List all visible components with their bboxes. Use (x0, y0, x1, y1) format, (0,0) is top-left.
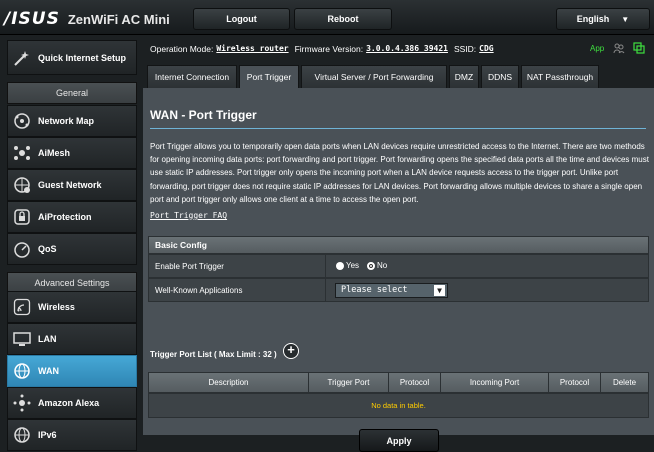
main-panel: Operation Mode: Wireless router Firmware… (143, 36, 654, 452)
row-divider (325, 255, 326, 277)
gauge-icon (12, 239, 32, 259)
well-known-apps-row: Well-Known Applications Please select ▼ (148, 278, 649, 302)
sidebar-item-label: IPv6 (38, 430, 57, 440)
app-link[interactable]: App (590, 44, 604, 53)
sidebar-item-label: AiMesh (38, 148, 71, 158)
operation-mode-link[interactable]: Wireless router (216, 44, 288, 53)
globe-icon (12, 425, 32, 445)
sidebar-item-label: AiProtection (38, 212, 92, 222)
basic-config-header: Basic Config (148, 236, 649, 254)
sidebar-item-label: WAN (38, 366, 59, 376)
guest-network-icon (12, 175, 32, 195)
sidebar-item-label: Amazon Alexa (38, 398, 100, 408)
col-delete: Delete (612, 378, 637, 387)
well-known-apps-label: Well-Known Applications (155, 286, 243, 295)
page-description: Port Trigger allows you to temporarily o… (150, 142, 649, 204)
enable-port-trigger-label: Enable Port Trigger (155, 262, 224, 271)
sidebar-item-label: Guest Network (38, 180, 102, 190)
enable-port-trigger-row: Enable Port Trigger Yes No (148, 254, 649, 278)
tab-virtual-server[interactable]: Virtual Server / Port Forwarding (301, 65, 447, 88)
trigger-table-empty: No data in table. (148, 393, 649, 418)
chevron-down-icon: ▼ (621, 14, 630, 24)
monitor-icon (12, 329, 32, 349)
sidebar-item-label: Quick Internet Setup (38, 52, 127, 63)
col-trigger-port: Trigger Port (309, 373, 389, 392)
language-select[interactable]: English ▼ (556, 8, 650, 30)
network-map-icon (12, 111, 32, 131)
sidebar-item-guest-network[interactable]: Guest Network (7, 169, 137, 201)
radio-no[interactable]: No (367, 261, 387, 270)
wand-icon (12, 48, 32, 68)
tab-port-trigger[interactable]: Port Trigger (239, 65, 299, 88)
sidebar-item-label: Wireless (38, 302, 75, 312)
shield-icon (12, 207, 32, 227)
firmware-link[interactable]: 3.0.0.4.386_39421 (366, 44, 448, 53)
radio-yes[interactable]: Yes (336, 261, 359, 270)
radio-no-label: No (377, 261, 388, 270)
tab-bar: Internet Connection Port Trigger Virtual… (143, 61, 654, 88)
aimesh-icon (12, 143, 32, 163)
reboot-button[interactable]: Reboot (294, 8, 392, 30)
tab-nat-passthrough[interactable]: NAT Passthrough (521, 65, 599, 88)
ssid-link[interactable]: CDG (479, 44, 493, 53)
trigger-port-list-label: Trigger Port List ( Max Limit : 32 ) (150, 350, 277, 359)
trigger-table-header: Description Trigger Port Protocol Incomi… (148, 372, 649, 393)
sidebar-item-amazon-alexa[interactable]: Amazon Alexa (7, 387, 137, 419)
page-title: WAN - Port Trigger (150, 108, 257, 122)
row-divider (325, 279, 326, 301)
chevron-down-icon: ▼ (434, 285, 445, 296)
language-label: English (576, 14, 610, 24)
sidebar-item-network-map[interactable]: Network Map (7, 105, 137, 137)
tab-ddns[interactable]: DDNS (481, 65, 519, 88)
sidebar-item-label: LAN (38, 334, 57, 344)
col-description: Description (149, 373, 309, 392)
sidebar-item-label: Network Map (38, 116, 95, 126)
globe-icon (12, 361, 32, 381)
tab-internet-connection[interactable]: Internet Connection (147, 65, 237, 88)
sidebar-item-qos[interactable]: QoS (7, 233, 137, 265)
status-bar: Operation Mode: Wireless router Firmware… (143, 36, 654, 61)
logout-button[interactable]: Logout (193, 8, 290, 30)
title-divider (150, 128, 646, 129)
brand: /ISUS ZenWiFi AC Mini (4, 9, 170, 29)
sidebar-item-wireless[interactable]: Wireless (7, 291, 137, 323)
users-icon[interactable] (613, 42, 625, 54)
select-value: Please select (341, 285, 408, 295)
sidebar-item-ipv6[interactable]: IPv6 (7, 419, 137, 451)
content-area: WAN - Port Trigger Port Trigger allows y… (143, 88, 654, 452)
operation-mode-label: Operation Mode: (150, 43, 214, 54)
faq-link[interactable]: Port Trigger FAQ (150, 211, 227, 220)
sidebar-item-quick-setup[interactable]: Quick Internet Setup (7, 40, 137, 75)
sidebar-section-general: General (7, 82, 137, 104)
top-bar: /ISUS ZenWiFi AC Mini Logout Reboot Engl… (0, 0, 654, 35)
sidebar-item-wan[interactable]: WAN (7, 355, 137, 387)
radio-yes-dot (336, 261, 344, 270)
asus-logo: /ISUS (4, 9, 60, 29)
well-known-apps-select[interactable]: Please select ▼ (335, 283, 448, 298)
sidebar: Quick Internet Setup General Network Map… (0, 36, 137, 451)
sidebar-item-lan[interactable]: LAN (7, 323, 137, 355)
sidebar-item-label: QoS (38, 244, 57, 254)
radio-yes-label: Yes (346, 261, 360, 270)
apply-button[interactable]: Apply (359, 429, 439, 452)
tab-dmz[interactable]: DMZ (449, 65, 479, 88)
radio-no-dot (367, 261, 375, 270)
col-protocol: Protocol (389, 373, 441, 392)
add-rule-button[interactable]: + (283, 343, 299, 359)
sidebar-item-aiprotection[interactable]: AiProtection (7, 201, 137, 233)
firmware-label: Firmware Version: (294, 43, 364, 54)
col-incoming-port: Incoming Port (441, 373, 549, 392)
ssid-label: SSID: (453, 43, 477, 54)
alexa-icon (12, 393, 32, 413)
copy-icon[interactable] (633, 42, 645, 54)
col-protocol-2: Protocol (549, 373, 601, 392)
sidebar-item-aimesh[interactable]: AiMesh (7, 137, 137, 169)
product-name: ZenWiFi AC Mini (67, 11, 170, 27)
wifi-icon (12, 297, 32, 317)
